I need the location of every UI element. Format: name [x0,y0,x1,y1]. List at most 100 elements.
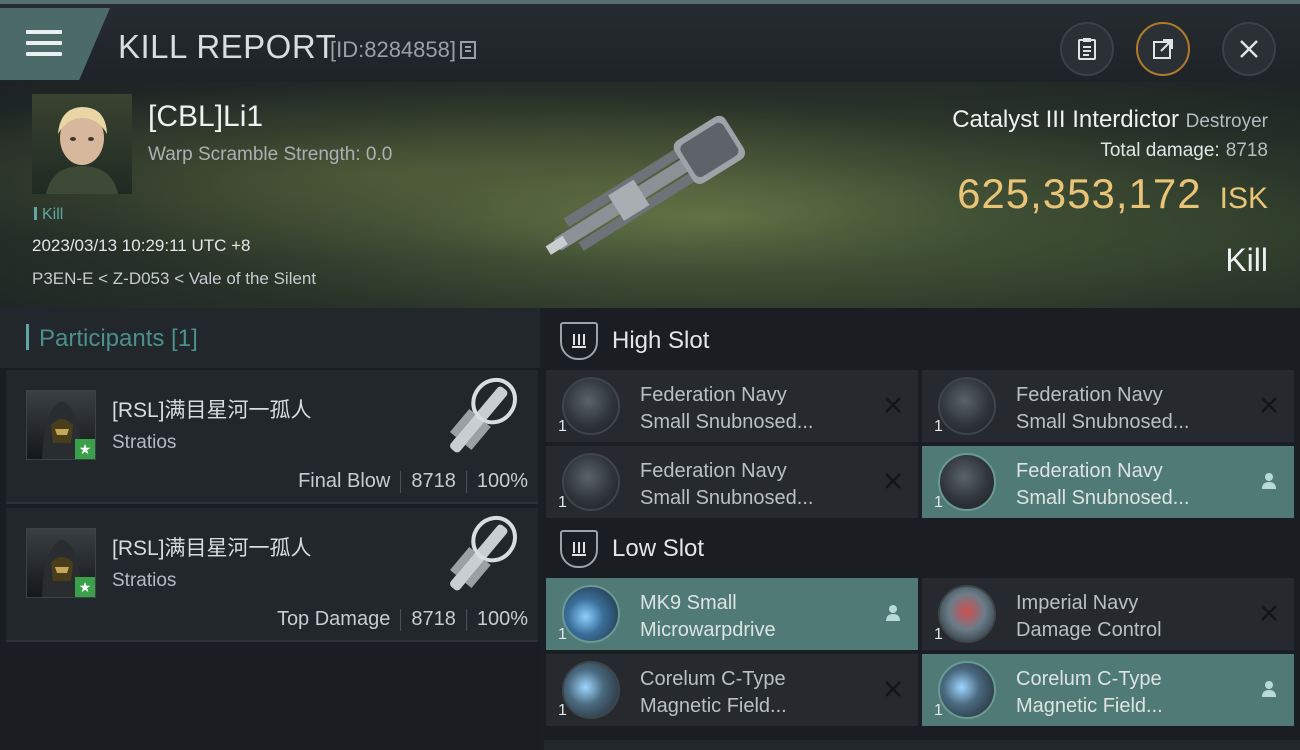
module-name: MK9 Small Microwarpdrive [640,590,870,644]
menu-button[interactable] [0,8,110,80]
module-name: Corelum C-Type Magnetic Field... [1016,666,1246,720]
victim-name[interactable]: [CBL]Li1 [148,100,263,134]
module-name: Federation Navy Small Snubnosed... [1016,382,1246,436]
copy-icon[interactable] [459,41,476,59]
participant-row[interactable]: ★ [RSL]满目星河一孤人 Stratios Top Damage 8718 … [6,508,538,642]
next-slot-header [544,740,1300,750]
isk-value: 625,353,172 [957,170,1202,217]
participant-stats: Final Blow 8718 100% [298,470,528,493]
module-item[interactable]: 1 Imperial Navy Damage Control [922,578,1294,650]
total-damage-value: 8718 [1225,140,1268,161]
stat-divider [400,608,402,631]
module-item[interactable]: 1 Federation Navy Small Snubnosed... [922,446,1294,518]
module-name: Federation Navy Small Snubnosed... [640,382,870,436]
module-icon [938,585,996,643]
module-item[interactable]: 1 Federation Navy Small Snubnosed... [546,446,918,518]
module-quantity: 1 [558,418,567,435]
share-icon [1153,39,1173,59]
victim-portrait[interactable] [32,94,132,194]
dropped-person-icon [1258,470,1280,492]
clipboard-button[interactable] [1060,22,1114,76]
participants-title: Participants [1] [26,324,198,353]
participant-damage: 8718 [411,608,456,630]
fitting-panel: High Slot 1 Federation Navy Small Snubnos… [544,308,1300,750]
destroyed-icon [1258,602,1280,624]
menu-icon [26,30,62,58]
clipboard-icon [1078,38,1096,60]
module-name-line2: Magnetic Field... [1016,695,1163,717]
destroyed-icon [882,394,904,416]
module-item[interactable]: 1 Federation Navy Small Snubnosed... [922,370,1294,442]
participant-name[interactable]: [RSL]满目星河一孤人 [112,532,312,562]
stat-divider [465,608,467,631]
high-slot-header: High Slot [544,310,1300,372]
report-id[interactable]: [ID:8284858] [330,37,476,63]
total-damage: Total damage: 8718 [1100,140,1268,162]
module-item[interactable]: 1 MK9 Small Microwarpdrive [546,578,918,650]
low-slot-header: Low Slot [544,518,1300,580]
module-name-line2: Small Snubnosed... [640,411,814,433]
total-damage-label: Total damage: [1100,140,1220,161]
ship-name: Catalyst III Interdictor [952,106,1179,133]
stat-divider [465,470,467,493]
close-icon [1240,40,1258,58]
module-name-line2: Damage Control [1016,619,1162,641]
high-slot-icon [560,322,598,360]
victim-ship-name[interactable]: Catalyst III Interdictor Destroyer [952,106,1268,134]
module-name-line2: Small Snubnosed... [1016,487,1190,509]
module-name-line2: Small Snubnosed... [1016,411,1190,433]
module-name: Federation Navy Small Snubnosed... [1016,458,1246,512]
header-bar: KILL REPORT [ID:8284858] [0,0,1300,82]
module-icon [562,453,620,511]
participant-avatar[interactable]: ★ [26,528,96,598]
kill-tag: Kill [34,206,63,224]
module-icon [562,585,620,643]
ship-class: Destroyer [1185,111,1268,132]
module-quantity: 1 [558,494,567,511]
share-button[interactable] [1136,22,1190,76]
dropped-person-icon [1258,678,1280,700]
participants-panel: Participants [1] ★ [RSL]满目星河一孤人 Stratios… [0,308,540,750]
kill-datetime: 2023/03/13 10:29:11 UTC +8 [32,236,251,255]
module-name-line1: Federation Navy [640,460,787,482]
module-name: Federation Navy Small Snubnosed... [640,458,870,512]
close-button[interactable] [1222,22,1276,76]
kill-result: Kill [1225,242,1268,278]
module-name-line1: Corelum C-Type [1016,668,1162,690]
warp-scramble-strength: Warp Scramble Strength: 0.0 [148,144,393,165]
module-name-line1: Corelum C-Type [640,668,786,690]
module-quantity: 1 [934,418,943,435]
isk-value-row: 625,353,172 ISK [957,170,1268,218]
victim-ship-image[interactable] [520,102,780,272]
participant-ship-image[interactable] [430,372,530,464]
participant-ship-image[interactable] [430,510,530,602]
module-quantity: 1 [934,494,943,511]
module-quantity: 1 [558,626,567,643]
module-icon [562,661,620,719]
stat-divider [400,470,402,493]
module-quantity: 1 [558,702,567,719]
page-title: KILL REPORT [118,28,337,65]
module-name-line1: Federation Navy [640,384,787,406]
participant-row[interactable]: ★ [RSL]满目星河一孤人 Stratios Final Blow 8718 … [6,370,538,504]
participant-name[interactable]: [RSL]满目星河一孤人 [112,394,312,424]
module-icon [938,661,996,719]
module-item[interactable]: 1 Corelum C-Type Magnetic Field... [546,654,918,726]
participant-avatar[interactable]: ★ [26,390,96,460]
destroyed-icon [882,678,904,700]
module-item[interactable]: 1 Corelum C-Type Magnetic Field... [922,654,1294,726]
module-quantity: 1 [934,626,943,643]
destroyed-icon [1258,394,1280,416]
module-icon [938,377,996,435]
kill-location[interactable]: P3EN-E < Z-D053 < Vale of the Silent [32,269,316,289]
isk-unit: ISK [1219,182,1268,215]
high-slot-label: High Slot [612,327,710,354]
participant-role: Top Damage [276,608,391,630]
module-name-line1: Imperial Navy [1016,592,1139,614]
low-slot-icon [560,530,598,568]
module-name-line1: Federation Navy [1016,460,1163,482]
star-icon: ★ [75,439,95,459]
star-icon: ★ [75,577,95,597]
module-name-line2: Microwarpdrive [640,619,776,641]
module-item[interactable]: 1 Federation Navy Small Snubnosed... [546,370,918,442]
